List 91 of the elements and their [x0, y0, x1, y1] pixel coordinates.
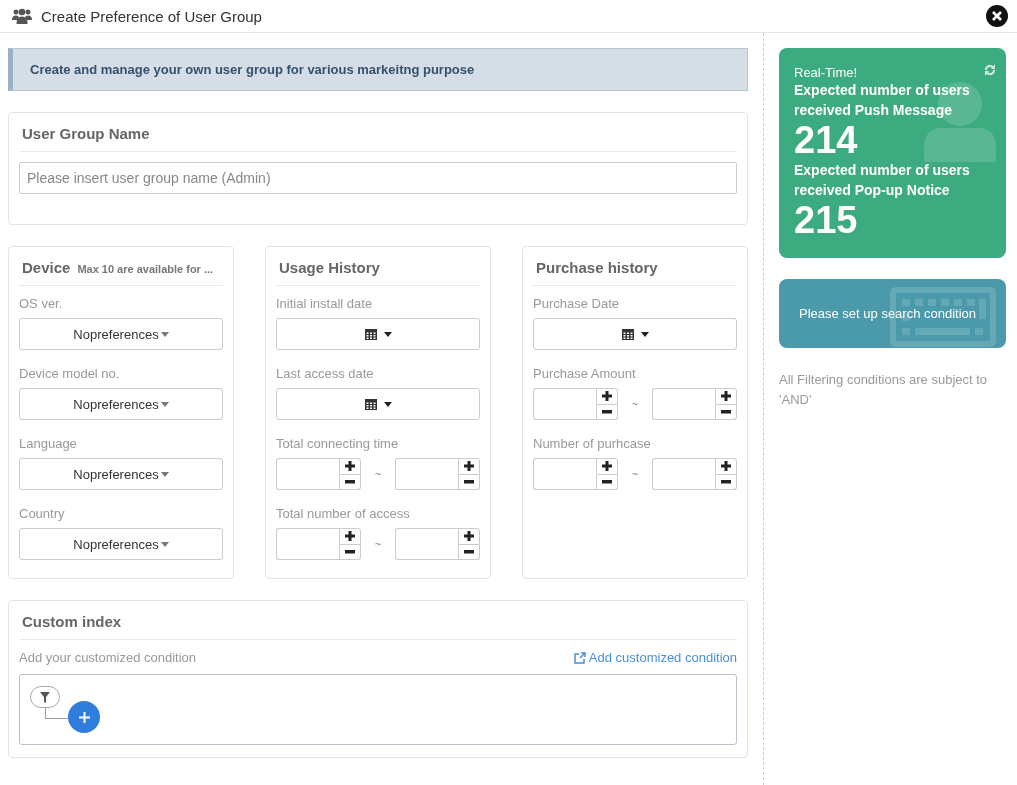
close-icon — [992, 11, 1002, 21]
increment-button[interactable] — [715, 388, 737, 405]
increment-button[interactable] — [458, 528, 480, 545]
field-label: Language — [19, 436, 78, 451]
minus-icon — [602, 479, 612, 484]
hint-text: Add your customized condition — [19, 650, 197, 665]
increment-button[interactable] — [596, 388, 618, 405]
add-condition-link[interactable]: Add customized condition — [573, 650, 737, 665]
field-label: Total number of access — [276, 506, 411, 521]
stat-label: Expected number of users received Push Message — [794, 81, 971, 120]
card-title: Purchase history — [536, 259, 658, 276]
number-input-field[interactable] — [276, 458, 339, 490]
range-separator: ~ — [374, 538, 382, 550]
group-name-input-field[interactable]: Please insert user group name (Admin) — [19, 162, 737, 194]
field-label: Total connecting time — [276, 436, 400, 451]
dropdown-button[interactable]: Nopreferences — [19, 528, 223, 560]
minus-icon — [721, 479, 731, 484]
dropdown-button[interactable]: Nopreferences — [19, 388, 223, 420]
date-picker-button[interactable] — [276, 388, 480, 420]
number-input-field[interactable] — [652, 458, 715, 490]
minus-icon — [602, 409, 612, 414]
field-label: Device model no. — [19, 366, 121, 381]
minus-icon — [464, 479, 474, 484]
plus-icon — [464, 461, 474, 472]
caret-icon — [640, 331, 649, 337]
field-label: OS ver. — [19, 296, 64, 311]
users-icon — [12, 8, 32, 24]
field-label: Last access date — [276, 366, 375, 381]
card-title: Custom index — [22, 613, 122, 630]
increment-button[interactable] — [715, 458, 737, 475]
dropdown-button[interactable]: Nopreferences — [19, 318, 223, 350]
stat-value: 215 — [794, 200, 859, 240]
minus-icon — [464, 549, 474, 554]
plus-icon — [464, 531, 474, 542]
plus-icon — [602, 461, 612, 472]
range-separator: ~ — [631, 398, 639, 410]
date-picker-button[interactable] — [276, 318, 480, 350]
window-title: Create Preference of User Group — [41, 7, 263, 25]
stat-label: Expected number of users received Pop-up Notice — [794, 161, 971, 200]
plus-icon — [602, 391, 612, 402]
calendar-icon — [364, 328, 377, 340]
number-input-field[interactable] — [395, 458, 458, 490]
number-input-field[interactable] — [395, 528, 458, 560]
plus-icon — [78, 711, 90, 723]
field-label: Purchase Amount — [533, 366, 637, 381]
realtime-label: Real-Time! — [794, 65, 858, 80]
caret-icon — [160, 471, 169, 477]
dropdown-button[interactable]: Nopreferences — [19, 458, 223, 490]
plus-icon — [345, 531, 355, 542]
caret-icon — [160, 541, 169, 547]
caret-icon — [383, 401, 392, 407]
range-separator: ~ — [631, 468, 639, 480]
plus-icon — [721, 461, 731, 472]
card-title: User Group Name — [22, 125, 150, 142]
minus-icon — [345, 479, 355, 484]
close-button[interactable] — [986, 5, 1008, 27]
range-separator: ~ — [374, 468, 382, 480]
caret-icon — [160, 401, 169, 407]
number-input-field[interactable] — [276, 528, 339, 560]
plus-icon — [721, 391, 731, 402]
increment-button[interactable] — [339, 528, 361, 545]
minus-icon — [721, 409, 731, 414]
connector-line — [45, 708, 68, 719]
number-input-field[interactable] — [652, 388, 715, 420]
field-label: Purchase Date — [533, 296, 620, 311]
plus-icon — [345, 461, 355, 472]
card-title: Device — [22, 259, 71, 276]
caret-icon — [160, 331, 169, 337]
field-label: Initial install date — [276, 296, 374, 311]
increment-button[interactable] — [458, 458, 480, 475]
card-title: Usage History — [279, 259, 380, 276]
filter-note: All Filtering conditions are subject to 'AND' — [779, 371, 989, 409]
info-banner: Create and manage your own user group for various markeitng purpose — [8, 48, 748, 91]
search-prompt-text: Please set up search condition — [799, 306, 977, 321]
calendar-icon — [364, 398, 377, 410]
add-button[interactable] — [68, 701, 100, 733]
field-label: Country — [19, 506, 66, 521]
card-note: Max 10 are available for ... — [77, 263, 214, 275]
calendar-icon — [621, 328, 634, 340]
filter-icon — [40, 691, 50, 703]
number-input-field[interactable] — [533, 458, 596, 490]
increment-button[interactable] — [596, 458, 618, 475]
stat-value: 214 — [794, 120, 859, 160]
external-link-icon — [573, 651, 586, 664]
field-label: Number of purhcase — [533, 436, 652, 451]
minus-icon — [345, 549, 355, 554]
increment-button[interactable] — [339, 458, 361, 475]
number-input-field[interactable] — [533, 388, 596, 420]
caret-icon — [383, 331, 392, 337]
date-picker-button[interactable] — [533, 318, 737, 350]
filter-button[interactable] — [30, 686, 60, 708]
